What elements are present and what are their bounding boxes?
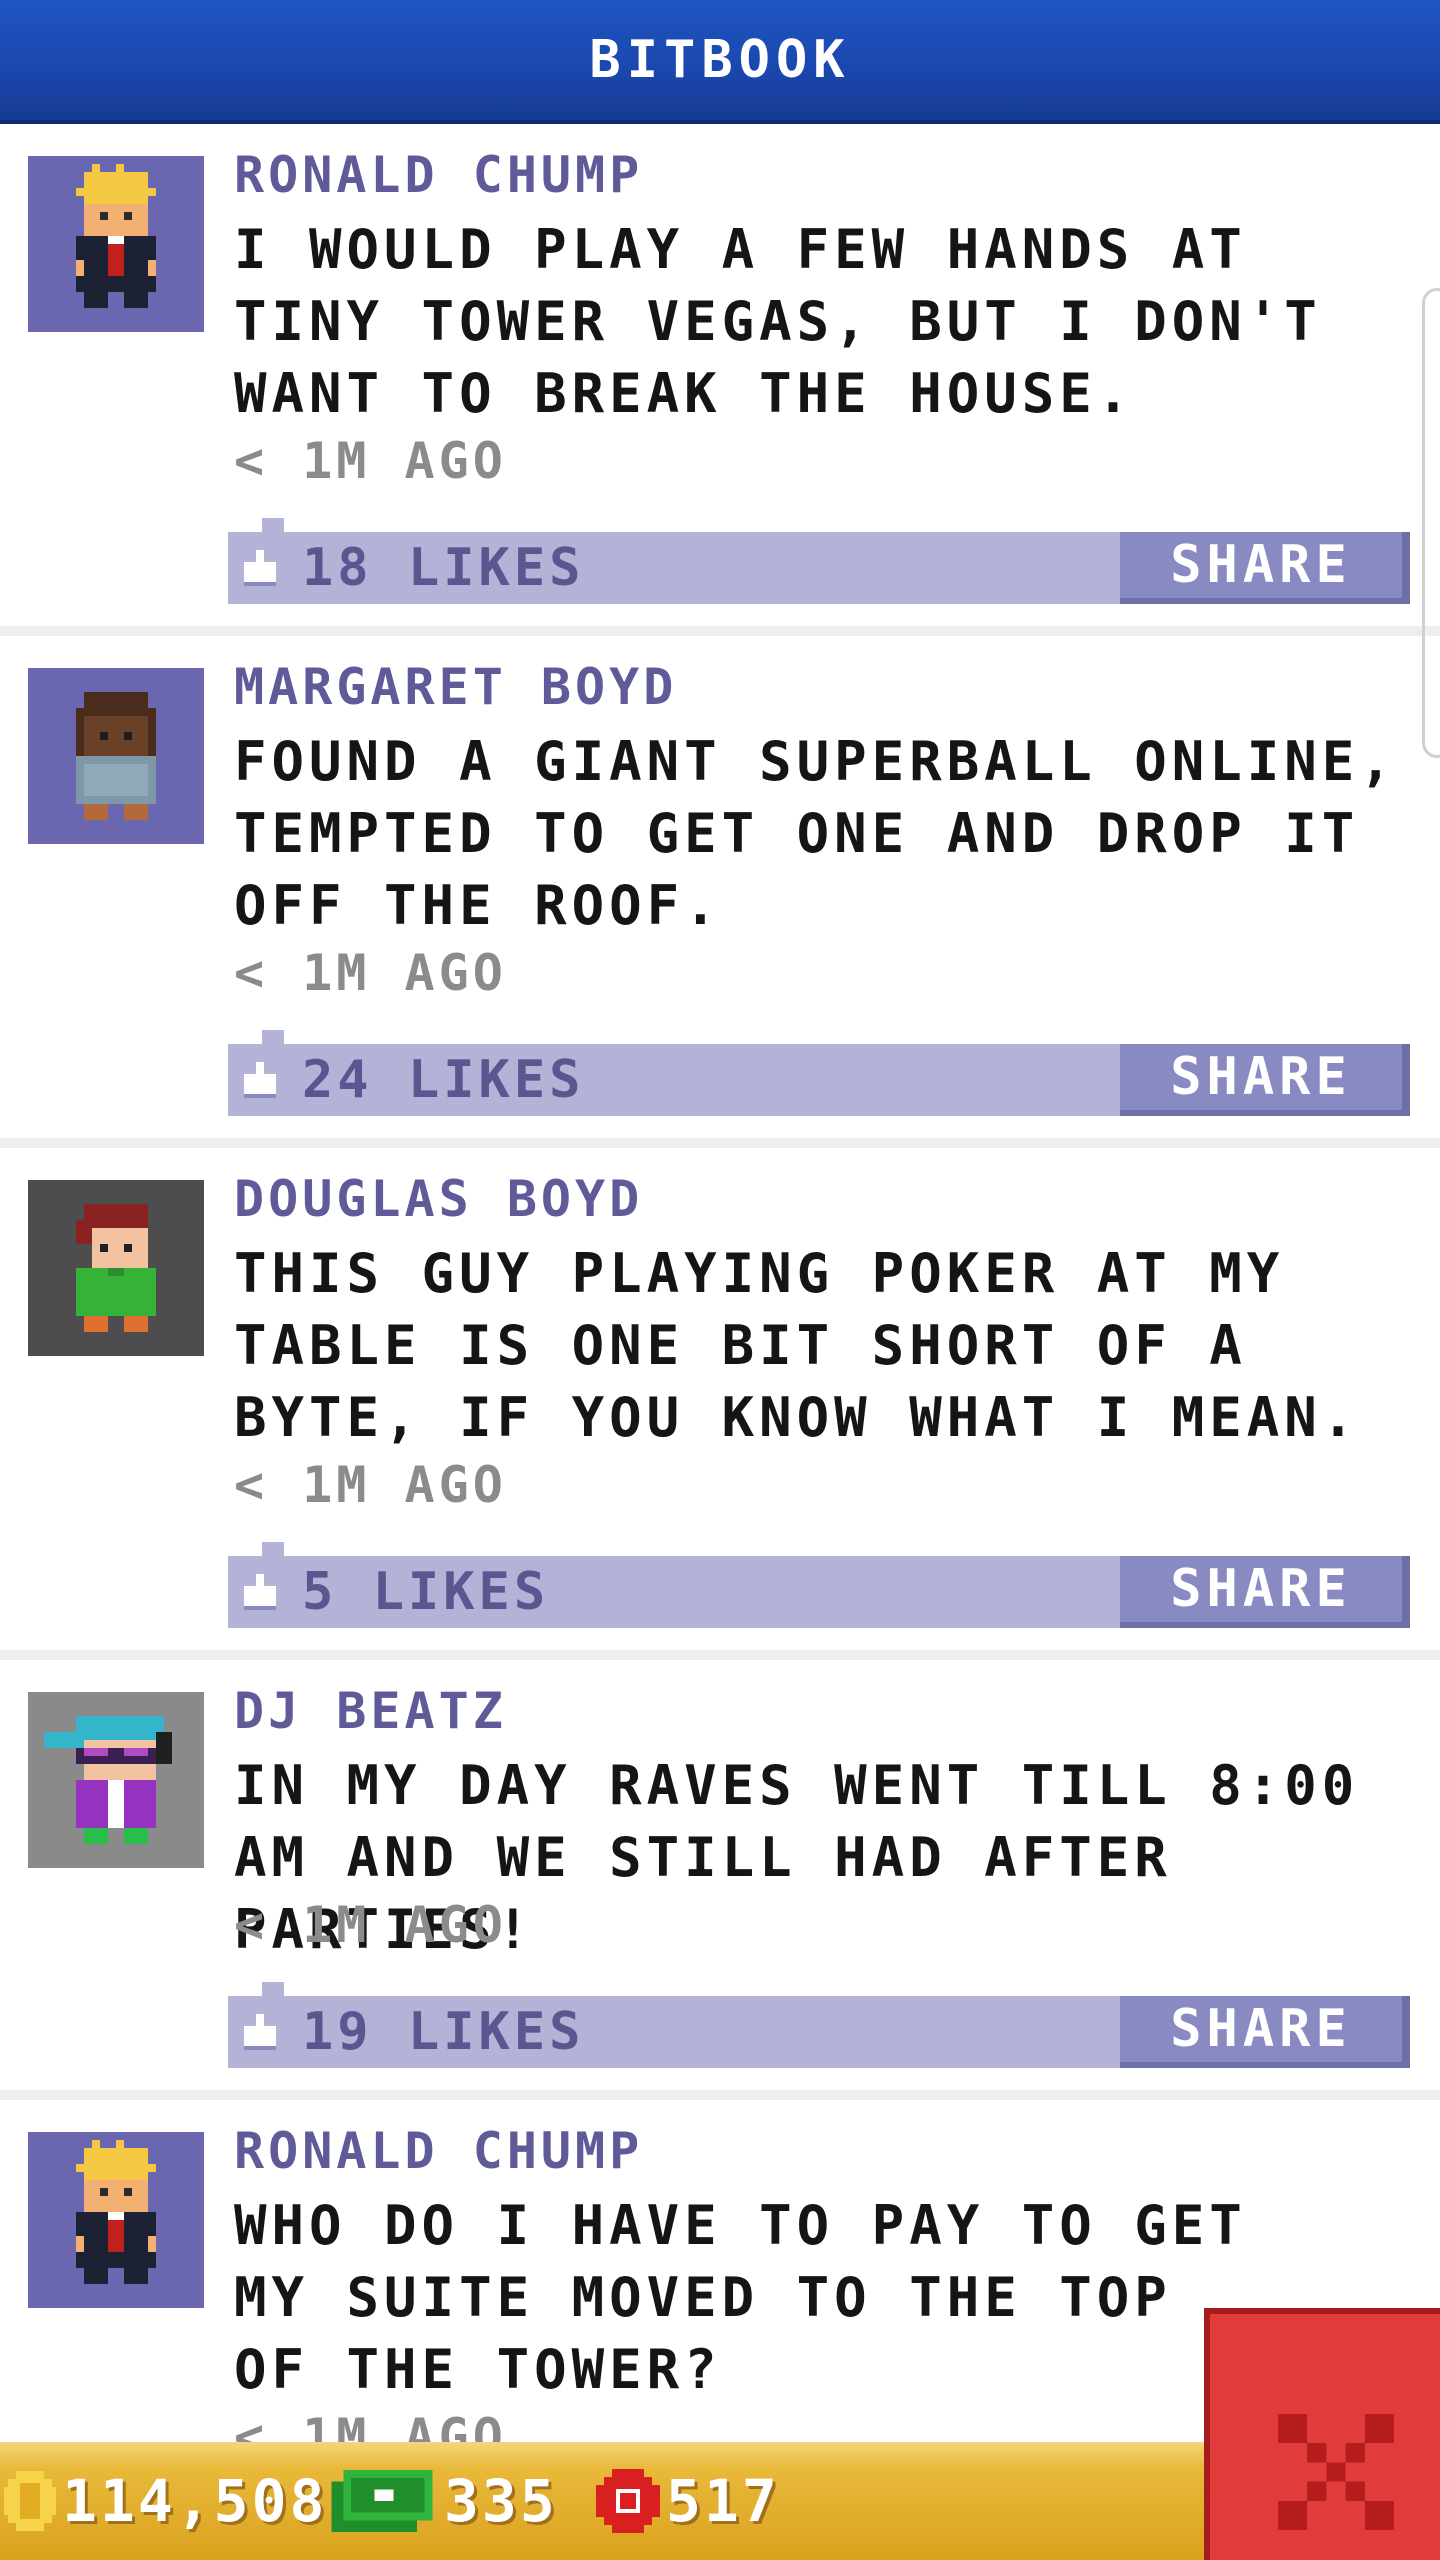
like-count[interactable]: 19 LIKES: [302, 2002, 584, 2062]
bux-cash-icon: [331, 2470, 433, 2532]
blonde-suit-bitizen-avatar-icon[interactable]: [28, 156, 204, 332]
page-title: BITBOOK: [589, 30, 851, 90]
coin-icon: [4, 2471, 56, 2531]
share-button[interactable]: SHARE: [1120, 1044, 1410, 1116]
post-divider: [0, 2090, 1440, 2100]
post-author[interactable]: DOUGLAS BOYD: [234, 1170, 643, 1228]
scrollbar[interactable]: [1422, 288, 1440, 758]
brown-hair-bitizen-avatar-icon[interactable]: [28, 668, 204, 844]
feed-post: DOUGLAS BOYD THIS GUY PLAYING POKER AT M…: [0, 1148, 1440, 1660]
post-timestamp: < 1M AGO: [234, 2408, 507, 2442]
post-timestamp: < 1M AGO: [234, 432, 507, 490]
bux-count: 335: [444, 2467, 558, 2535]
token-icon: [596, 2469, 660, 2533]
thumbs-up-icon: [244, 550, 276, 586]
coins-stat: 114,508: [4, 2452, 327, 2550]
thumbs-up-icon: [244, 1574, 276, 1610]
post-message: WHO DO I HAVE TO PAY TO GET MY SUITE MOV…: [234, 2194, 1247, 2401]
close-icon: [1278, 2414, 1394, 2530]
post-like-bar: 19 LIKES SHARE: [228, 1982, 1410, 2068]
like-count[interactable]: 18 LIKES: [302, 538, 584, 598]
post-timestamp: < 1M AGO: [234, 1456, 507, 1514]
share-button[interactable]: SHARE: [1120, 1556, 1410, 1628]
post-author[interactable]: RONALD CHUMP: [234, 2122, 643, 2180]
bitbook-feed[interactable]: RONALD CHUMP I WOULD PLAY A FEW HANDS AT…: [0, 124, 1440, 2442]
share-button[interactable]: SHARE: [1120, 1996, 1410, 2068]
like-bar-tab: [262, 518, 284, 532]
post-message: FOUND A GIANT SUPERBALL ONLINE, TEMPTED …: [234, 730, 1397, 937]
post-like-bar: 24 LIKES SHARE: [228, 1030, 1410, 1116]
post-timestamp: < 1M AGO: [234, 944, 507, 1002]
like-bar-tab: [262, 1982, 284, 1996]
like-count[interactable]: 24 LIKES: [302, 1050, 584, 1110]
blonde-suit-bitizen-avatar-icon[interactable]: [28, 2132, 204, 2308]
post-author[interactable]: MARGARET BOYD: [234, 658, 677, 716]
post-divider: [0, 1138, 1440, 1148]
close-button[interactable]: [1204, 2308, 1440, 2560]
like-count[interactable]: 5 LIKES: [302, 1562, 549, 1622]
post-like-bar: 18 LIKES SHARE: [228, 518, 1410, 604]
feed-post: RONALD CHUMP I WOULD PLAY A FEW HANDS AT…: [0, 124, 1440, 636]
post-author[interactable]: RONALD CHUMP: [234, 146, 643, 204]
coins-count: 114,508: [62, 2467, 328, 2535]
post-like-bar: 5 LIKES SHARE: [228, 1542, 1410, 1628]
like-bar-tab: [262, 1030, 284, 1044]
post-divider: [0, 626, 1440, 636]
share-button[interactable]: SHARE: [1120, 532, 1410, 604]
post-divider: [0, 1650, 1440, 1660]
post-author[interactable]: DJ BEATZ: [234, 1682, 507, 1740]
red-hair-green-shirt-bitizen-avatar-icon[interactable]: [28, 1180, 204, 1356]
post-timestamp: < 1M AGO: [234, 1896, 507, 1954]
feed-post: MARGARET BOYD FOUND A GIANT SUPERBALL ON…: [0, 636, 1440, 1148]
like-bar-tab: [262, 1542, 284, 1556]
feed-post: DJ BEATZ IN MY DAY RAVES WENT TILL 8:00 …: [0, 1660, 1440, 2100]
post-message: THIS GUY PLAYING POKER AT MY TABLE IS ON…: [234, 1242, 1360, 1449]
dj-headphones-bitizen-avatar-icon[interactable]: [28, 1692, 204, 1868]
tokens-count: 517: [666, 2467, 780, 2535]
bux-stat: 335: [330, 2452, 558, 2550]
thumbs-up-icon: [244, 1062, 276, 1098]
app-header: BITBOOK: [0, 0, 1440, 124]
thumbs-up-icon: [244, 2014, 276, 2050]
tokens-stat: 517: [596, 2452, 780, 2550]
post-message: I WOULD PLAY A FEW HANDS AT TINY TOWER V…: [234, 218, 1322, 425]
